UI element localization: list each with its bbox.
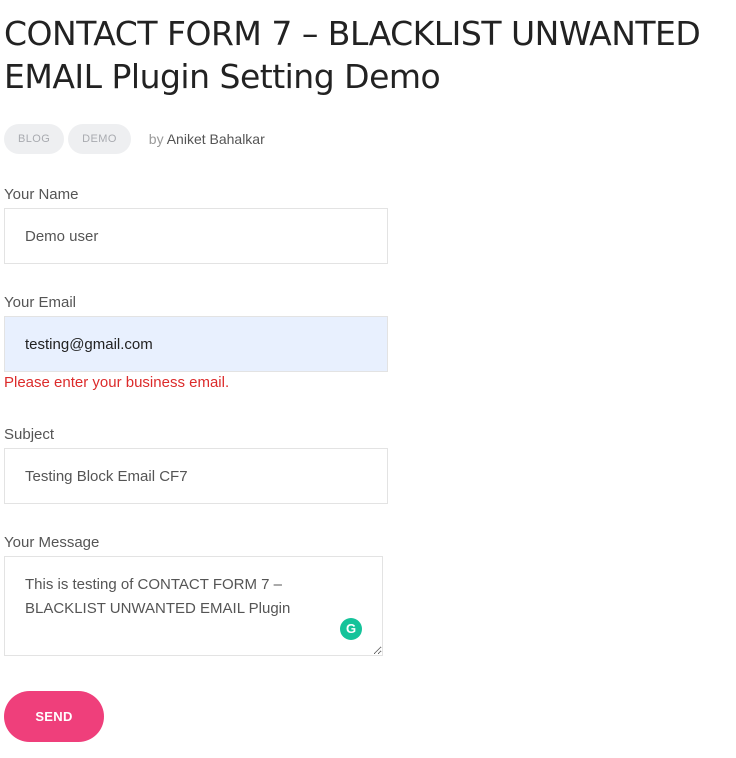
page-title: CONTACT FORM 7 – BLACKLIST UNWANTED EMAI… [4,14,701,96]
email-label: Your Email [4,294,76,311]
email-error-message: Please enter your business email. [4,374,230,391]
tag-demo[interactable]: DEMO [68,124,131,154]
post-meta: BLOG DEMO by Aniket Bahalkar [4,124,265,154]
message-label: Your Message [4,534,100,551]
byline-prefix: by [148,131,164,147]
name-label: Your Name [4,186,79,203]
name-field[interactable] [4,208,388,264]
subject-field[interactable] [4,448,388,504]
grammarly-icon[interactable]: G [340,618,362,640]
email-field[interactable] [4,316,388,372]
send-button[interactable]: SEND [4,691,104,742]
byline: by Aniket Bahalkar [149,131,265,147]
message-field[interactable]: This is testing of CONTACT FORM 7 – BLAC… [4,556,383,656]
tag-blog[interactable]: BLOG [4,124,65,154]
author-link[interactable]: Aniket Bahalkar [167,131,265,147]
subject-label: Subject [4,426,55,443]
